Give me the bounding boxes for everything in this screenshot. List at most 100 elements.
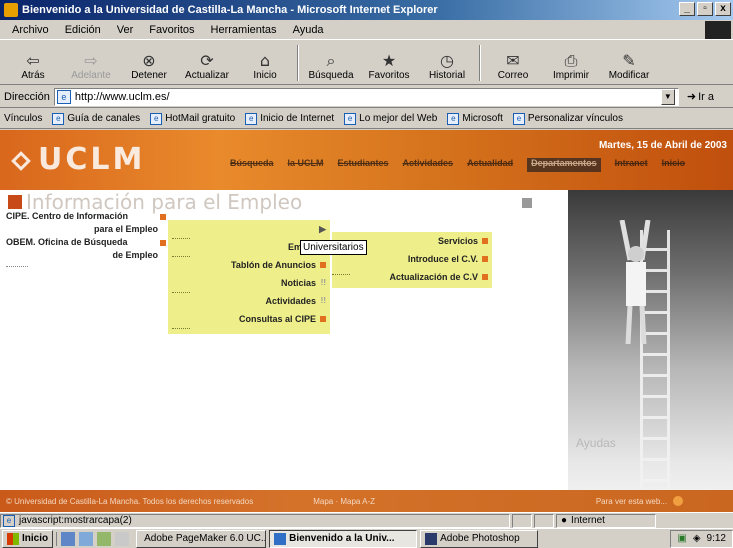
globe-icon: ● <box>561 515 568 526</box>
start-button[interactable]: Inicio <box>2 529 54 548</box>
address-dropdown-button[interactable]: ▼ <box>660 88 675 105</box>
menu-bar: Archivo Edición Ver Favoritos Herramient… <box>0 20 733 40</box>
cipe-link[interactable]: CIPE. Centro de Información para el Empl… <box>6 210 166 236</box>
status-text: javascript:mostrarcapa(2) <box>19 515 132 526</box>
refresh-icon: ⟳ <box>200 51 214 70</box>
menu-ayuda[interactable]: Ayuda <box>287 24 330 36</box>
nav-item[interactable]: Estudiantes <box>338 158 389 172</box>
ie-icon <box>4 3 18 17</box>
footer-links[interactable]: Mapa · Mapa A-Z <box>313 497 375 506</box>
menu-item[interactable]: Actividades!! <box>168 292 330 310</box>
mail-button[interactable]: ✉ Correo <box>484 42 542 84</box>
nav-item[interactable]: Inicio <box>662 158 686 172</box>
close-button[interactable]: x <box>715 2 731 16</box>
link-item[interactable]: e Inicio de Internet <box>245 112 334 125</box>
refresh-button[interactable]: ⟳ Actualizar <box>178 42 236 84</box>
go-button[interactable]: ➜ Ir a <box>687 90 714 104</box>
ie-quicklaunch-icon[interactable] <box>61 531 76 546</box>
back-button[interactable]: ⇦ Atrás <box>4 42 62 84</box>
history-label: Historial <box>428 70 466 81</box>
forward-arrow-icon: ⇨ <box>84 51 98 70</box>
outlook-quicklaunch-icon[interactable] <box>79 531 94 546</box>
window-title: Bienvenido a la Universidad de Castilla-… <box>22 4 438 16</box>
minimize-button[interactable]: _ <box>679 2 695 16</box>
network-icon[interactable]: ▣ <box>677 533 686 544</box>
link-item[interactable]: e Microsoft <box>447 112 503 125</box>
stop-button[interactable]: ⊗ Detener <box>120 42 178 84</box>
window-controls: _ ▫ x <box>679 2 731 16</box>
menu-item[interactable]: Consultas al CIPE <box>168 310 330 328</box>
obem-link[interactable]: OBEM. Oficina de Búsqueda de Empleo <box>6 236 166 262</box>
nav-item[interactable]: Intranet <box>615 158 648 172</box>
menu-ver[interactable]: Ver <box>111 24 140 36</box>
link-icon: e <box>512 112 525 125</box>
history-button[interactable]: ◷ Historial <box>418 42 476 84</box>
divider <box>172 292 190 293</box>
home-button[interactable]: ⌂ Inicio <box>236 42 294 84</box>
side-links: CIPE. Centro de Información para el Empl… <box>6 210 166 262</box>
nav-item[interactable]: Actualidad <box>467 158 513 172</box>
back-label: Atrás <box>21 70 45 81</box>
page-content: UCLM Martes, 15 de Abril de 2003 Búsqued… <box>0 130 733 512</box>
task-pagemaker[interactable]: Adobe PageMaker 6.0 UC... <box>136 529 267 548</box>
link-label: Guía de canales <box>67 113 141 124</box>
menu-item-label: Actividades <box>265 296 316 306</box>
link-label: Personalizar vínculos <box>527 113 623 124</box>
stop-icon: ⊗ <box>142 51 156 70</box>
edit-icon: ✎ <box>622 51 636 70</box>
desktop-quicklaunch-icon[interactable] <box>97 531 112 546</box>
square-bullet-icon <box>482 274 488 280</box>
square-bullet-icon <box>482 238 488 244</box>
tooltip: Universitarios <box>300 240 367 255</box>
uclm-logo[interactable]: UCLM <box>11 142 145 177</box>
forward-button[interactable]: ⇨ Adelante <box>62 42 120 84</box>
menu-item[interactable]: Actualización de C.V <box>332 268 492 286</box>
edit-button[interactable]: ✎ Modificar <box>600 42 658 84</box>
menu-archivo[interactable]: Archivo <box>6 24 55 36</box>
title-bar[interactable]: Bienvenido a la Universidad de Castilla-… <box>0 0 733 20</box>
address-input[interactable]: e http://www.uclm.es/ <box>53 87 679 106</box>
toolbar-separator <box>479 45 481 81</box>
task-label: Adobe Photoshop <box>440 533 520 544</box>
link-item[interactable]: e HotMail gratuito <box>150 112 235 125</box>
print-button[interactable]: ⎙ Imprimir <box>542 42 600 84</box>
quick-launch <box>56 531 133 546</box>
task-photoshop[interactable]: Adobe Photoshop <box>420 529 539 548</box>
section-icon <box>8 195 22 209</box>
nav-item[interactable]: Búsqueda <box>230 158 274 172</box>
square-bullet-icon <box>482 256 488 262</box>
footer-copyright: © Universidad de Castilla-La Mancha. Tod… <box>6 496 254 506</box>
task-ie[interactable]: Bienvenido a la Univ... <box>269 529 418 548</box>
search-button[interactable]: ⌕ Búsqueda <box>302 42 360 84</box>
nav-item[interactable]: la UCLM <box>288 158 324 172</box>
menu-herramientas[interactable]: Herramientas <box>205 24 283 36</box>
windows-flag-icon <box>7 532 19 545</box>
favorites-button[interactable]: ★ Favoritos <box>360 42 418 84</box>
maximize-button[interactable]: ▫ <box>697 2 713 16</box>
photo-caption[interactable]: Ayudas <box>576 436 616 450</box>
menu-item[interactable]: ▶ <box>168 220 330 238</box>
menu-favoritos[interactable]: Favoritos <box>143 24 200 36</box>
link-item[interactable]: e Guía de canales <box>52 112 141 125</box>
link-icon: e <box>150 112 163 125</box>
menu-item[interactable]: Tablón de Anuncios <box>168 256 330 274</box>
menu-item-label: Tablón de Anuncios <box>231 260 316 270</box>
menu-item[interactable]: Noticias!! <box>168 274 330 292</box>
bullet-icon <box>160 214 166 220</box>
site-banner: UCLM Martes, 15 de Abril de 2003 Búsqued… <box>0 130 733 190</box>
home-label: Inicio <box>253 70 277 81</box>
nav-item[interactable]: Actividades <box>403 158 454 172</box>
link-item[interactable]: e Personalizar vínculos <box>512 112 623 125</box>
edit-label: Modificar <box>608 70 650 81</box>
volume-icon[interactable]: ◈ <box>693 533 701 544</box>
photoshop-icon <box>425 532 438 545</box>
footer-note[interactable]: Para ver esta web... <box>596 497 667 506</box>
clock[interactable]: 9:12 <box>707 533 726 544</box>
forward-label: Adelante <box>71 70 111 81</box>
nav-item[interactable]: Departamentos <box>527 158 601 172</box>
dim-bullet-icon: !! <box>320 296 326 305</box>
link-item[interactable]: e Lo mejor del Web <box>344 112 437 125</box>
menu-item-label: Actualización de C.V <box>389 272 478 282</box>
menu-edicion[interactable]: Edición <box>59 24 107 36</box>
channels-quicklaunch-icon[interactable] <box>115 531 130 546</box>
